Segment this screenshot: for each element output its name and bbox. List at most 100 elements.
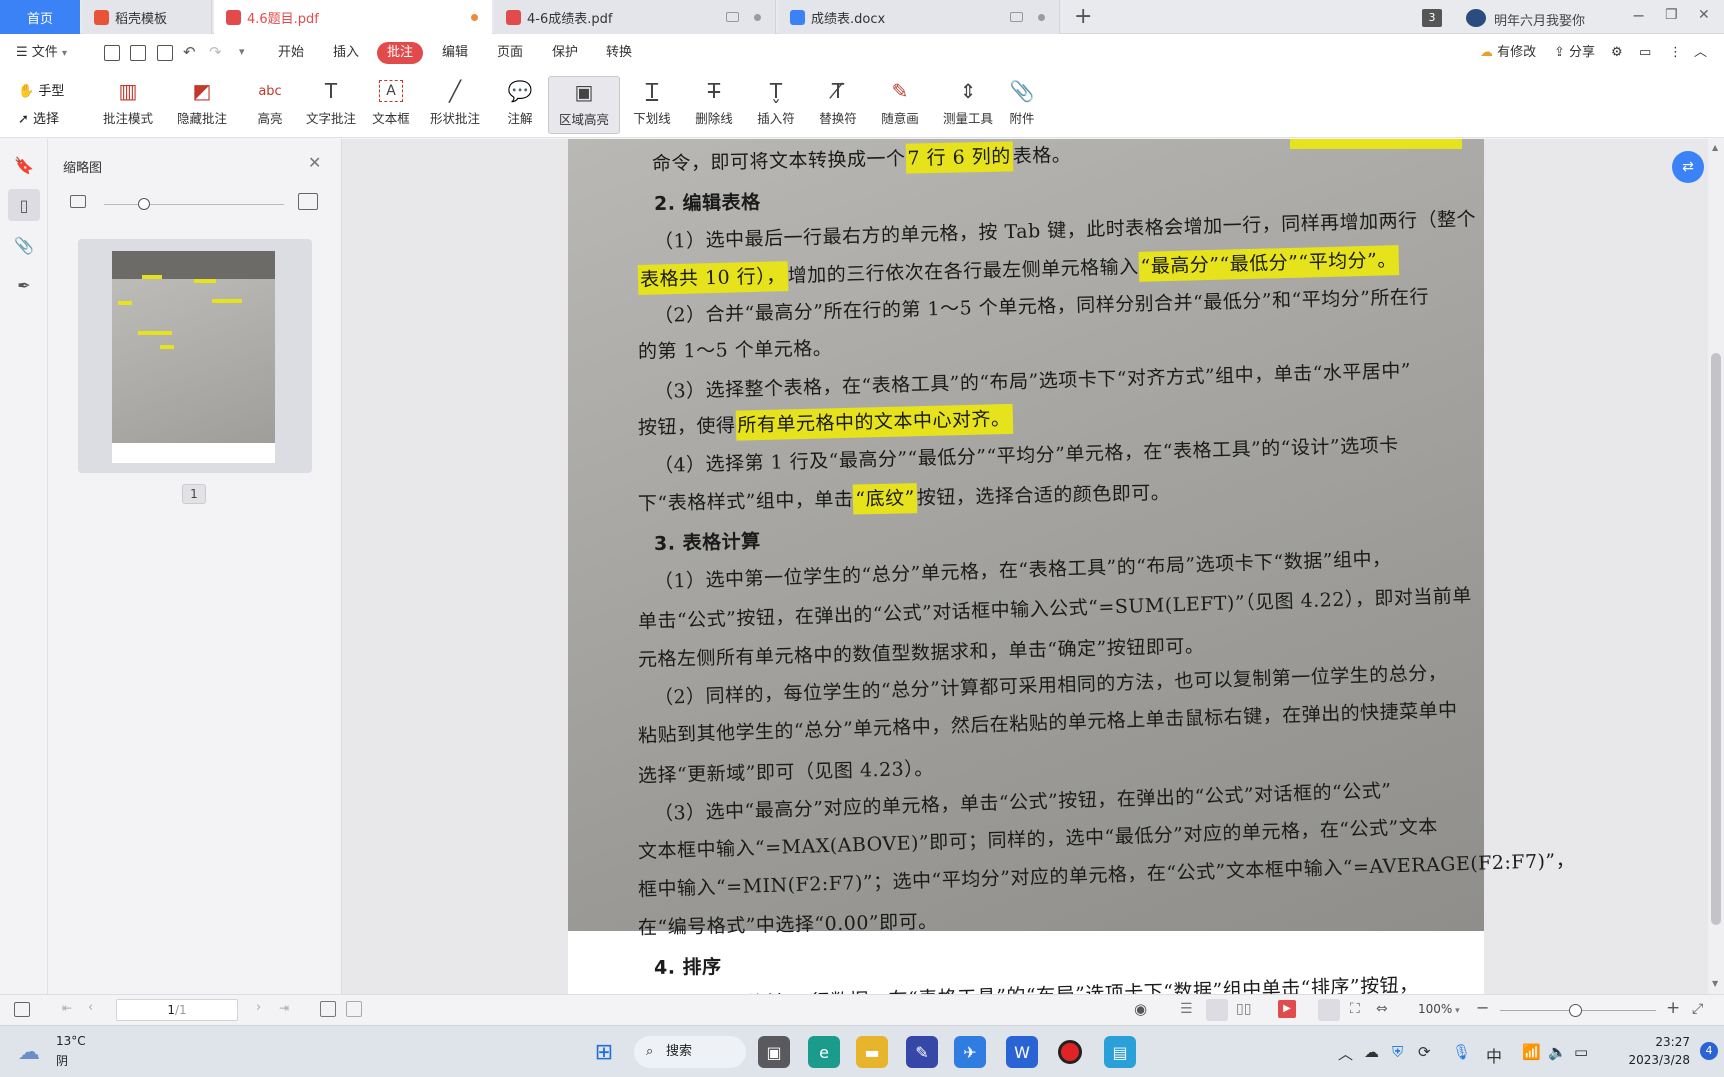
chevron-up-icon[interactable]: ︿	[1338, 1043, 1353, 1064]
menu-page[interactable]: 页面	[497, 42, 523, 64]
open-folder-icon[interactable]	[104, 45, 120, 61]
page-thumbnail-frame[interactable]	[78, 239, 312, 473]
tab-pdf-scores[interactable]: 4-6成绩表.pdf	[494, 0, 776, 34]
fullscreen-icon[interactable]: ⤢	[1692, 1001, 1703, 1017]
hide-annotation-button[interactable]: ◩ 隐藏批注	[170, 76, 234, 134]
notepad-icon[interactable]: ▤	[1104, 1036, 1136, 1068]
file-menu[interactable]: ☰ 文件 ▾	[16, 42, 67, 64]
lark-icon[interactable]: ✈	[954, 1036, 986, 1068]
redo-icon[interactable]: ↷	[209, 43, 222, 61]
zoom-level[interactable]: 100% ▾	[1418, 1002, 1460, 1016]
document-view[interactable]: 命令，即可将文本转换成一个7 行 6 列的表格。 2. 编辑表格 （1）选中最后一行…	[342, 139, 1708, 994]
signature-icon[interactable]: ✒	[8, 269, 40, 301]
quick-access-more-icon[interactable]: ▾	[239, 45, 245, 58]
text-annotation-button[interactable]: T 文字批注	[300, 76, 362, 134]
microphone-icon[interactable]: 🎙	[1452, 1043, 1471, 1061]
actual-size-icon[interactable]	[1318, 999, 1340, 1021]
fit-width-icon[interactable]: ⇔	[1376, 1001, 1388, 1017]
taskbar-search[interactable]: ⌕ 搜索	[634, 1036, 746, 1068]
clock-date[interactable]: 2023/3/28	[1604, 1053, 1690, 1067]
floating-translate-icon[interactable]: ⇄	[1672, 151, 1704, 183]
changes-button[interactable]: ☁ 有修改	[1480, 42, 1536, 64]
slider-handle[interactable]	[138, 198, 150, 210]
tab-docx-scores[interactable]: 成绩表.docx	[778, 0, 1060, 34]
notification-badge[interactable]: 4	[1700, 1042, 1718, 1060]
close-button[interactable]: ✕	[1698, 7, 1710, 23]
ime-indicator[interactable]: 中	[1486, 1043, 1502, 1067]
scroll-up-icon[interactable]: ▲	[1712, 143, 1718, 152]
security-icon[interactable]: ⛨	[1392, 1043, 1403, 1061]
close-icon[interactable]: ✕	[308, 153, 321, 172]
menu-edit[interactable]: 编辑	[442, 42, 468, 64]
strikethrough-button[interactable]: T 删除线	[686, 76, 742, 134]
print-icon[interactable]	[157, 45, 173, 61]
windows-start-icon[interactable]: ⊞	[588, 1036, 620, 1068]
scroll-down-icon[interactable]: ▼	[1712, 979, 1718, 988]
replace-caret-button[interactable]: T̸ 替换符	[810, 76, 866, 134]
file-explorer-icon[interactable]: ▬	[856, 1036, 888, 1068]
wps-icon[interactable]: W	[1006, 1036, 1038, 1068]
cloud-weather-icon[interactable]: ☁	[18, 1040, 40, 1065]
onedrive-icon[interactable]: ☁	[1364, 1043, 1379, 1061]
freehand-button[interactable]: ✎ 随意画	[872, 76, 928, 134]
menu-annotate[interactable]: 批注	[377, 42, 424, 64]
volume-icon[interactable]: 🔈	[1548, 1043, 1567, 1061]
fit-page-icon[interactable]: ⛶	[1350, 1001, 1360, 1017]
sidebar-toggle-icon[interactable]	[14, 1002, 30, 1017]
restore-button[interactable]: ❐	[1665, 7, 1678, 23]
attachment-button[interactable]: 📎 附件	[1004, 76, 1040, 134]
whiteboard-icon[interactable]: ✎	[906, 1036, 938, 1068]
task-view-icon[interactable]: ▣	[758, 1036, 790, 1068]
menu-protect[interactable]: 保护	[552, 42, 578, 64]
zoom-in-icon[interactable]: +	[1666, 998, 1680, 1018]
clock-time[interactable]: 23:27	[1620, 1035, 1690, 1049]
user-name[interactable]: 明年六月我娶你	[1494, 10, 1585, 29]
battery-icon[interactable]: ▭	[1574, 1043, 1588, 1061]
hand-tool[interactable]: ✋ 手型	[18, 80, 64, 99]
undo-icon[interactable]: ↶	[183, 43, 196, 61]
textbox-button[interactable]: A 文本框	[368, 76, 414, 134]
shape-annotation-button[interactable]: ╱ 形状批注	[422, 76, 488, 134]
weather-desc[interactable]: 阴	[56, 1052, 68, 1069]
minimize-button[interactable]: −	[1632, 6, 1645, 25]
first-page-icon[interactable]: ⇤	[62, 1001, 72, 1015]
tab-home[interactable]: 首页	[0, 0, 80, 34]
small-thumbnail-icon[interactable]	[70, 195, 86, 208]
tab-docer-templates[interactable]: 稻壳模板	[82, 0, 212, 34]
two-page-icon[interactable]: ▯▯	[1236, 1001, 1251, 1017]
save-icon[interactable]	[130, 45, 146, 61]
wifi-icon[interactable]: 📶	[1522, 1043, 1541, 1061]
forward-icon[interactable]	[346, 1001, 362, 1017]
annotate-mode-button[interactable]: ▥ 批注模式	[96, 76, 160, 134]
next-page-icon[interactable]: ›	[256, 1000, 261, 1015]
vertical-scrollbar[interactable]: ▲ ▼	[1708, 139, 1724, 994]
sync-icon[interactable]: ⟳	[1418, 1043, 1431, 1061]
edge-icon[interactable]: e	[808, 1036, 840, 1068]
new-tab-button[interactable]: +	[1074, 4, 1092, 29]
highlight-button[interactable]: abc 高亮	[250, 76, 290, 134]
last-page-icon[interactable]: ⇥	[279, 1001, 289, 1015]
area-highlight-button[interactable]: ▣ 区域高亮	[548, 76, 620, 134]
avatar[interactable]	[1466, 9, 1486, 27]
note-button[interactable]: 💬 注解	[496, 76, 544, 134]
scrollbar-thumb[interactable]	[1711, 353, 1721, 925]
large-thumbnail-icon[interactable]	[298, 193, 318, 210]
menu-start[interactable]: 开始	[278, 42, 304, 64]
attachment-panel-icon[interactable]: 📎	[8, 229, 40, 261]
zoom-out-icon[interactable]: −	[1476, 998, 1489, 1017]
select-tool[interactable]: ➚ 选择	[18, 108, 59, 127]
menu-convert[interactable]: 转换	[606, 42, 632, 64]
zoom-slider-handle[interactable]	[1569, 1004, 1582, 1017]
more-icon[interactable]: ⋮	[1669, 42, 1682, 64]
menu-insert[interactable]: 插入	[333, 42, 359, 64]
tab-count-badge[interactable]: 3	[1422, 9, 1442, 27]
insert-caret-button[interactable]: T̬ 插入符	[748, 76, 804, 134]
weather-temp[interactable]: 13°C	[56, 1034, 86, 1048]
bookmark-icon[interactable]: 🔖	[8, 149, 40, 181]
thumbnail-icon[interactable]: ▯	[8, 189, 40, 221]
share-button[interactable]: ⇪ 分享	[1554, 42, 1595, 64]
record-icon[interactable]	[1054, 1036, 1086, 1068]
thumbnail-size-slider[interactable]	[104, 204, 284, 205]
play-icon[interactable]: ▶	[1278, 1000, 1296, 1018]
single-page-icon[interactable]	[1206, 999, 1228, 1021]
